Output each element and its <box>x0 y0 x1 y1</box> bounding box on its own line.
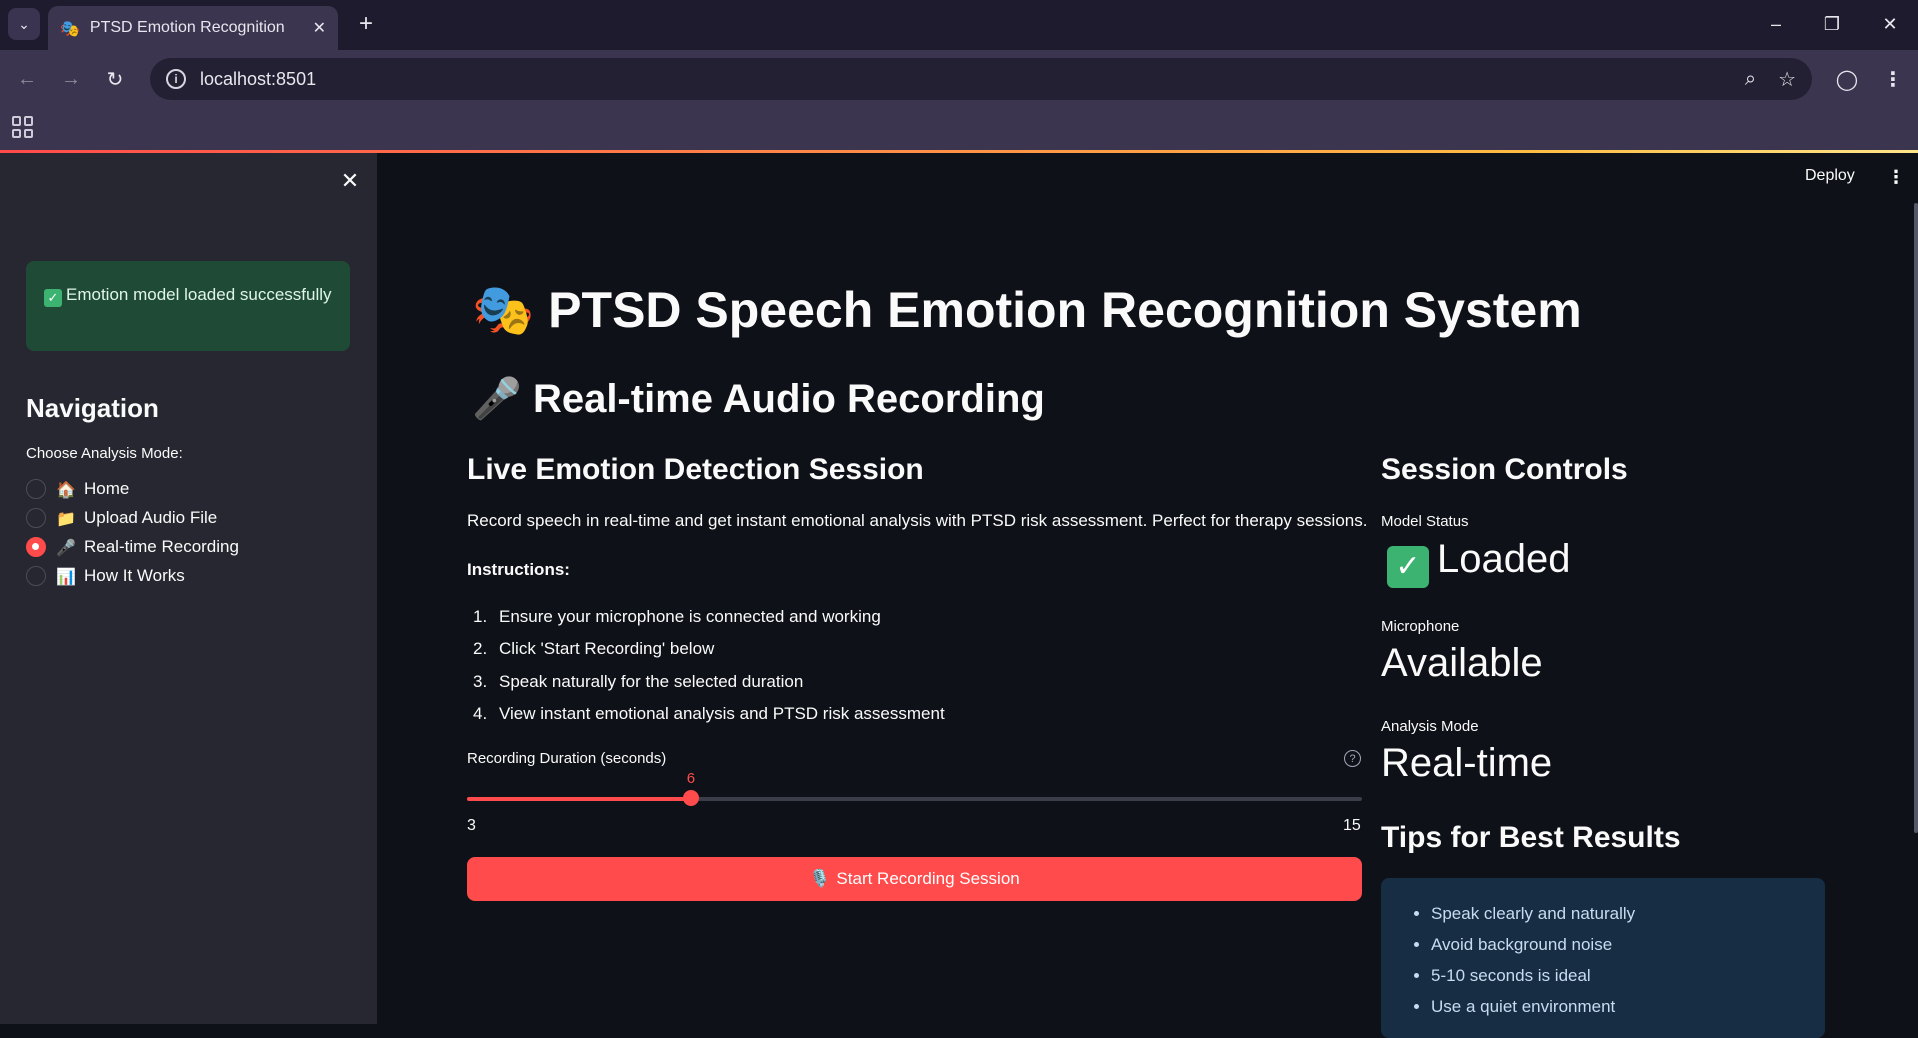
instruction-item: 1. Ensure your microphone is connected an… <box>473 607 881 626</box>
site-info-icon[interactable]: i <box>166 69 186 89</box>
analysis-mode-value: Real-time <box>1381 741 1553 785</box>
slider-label: Recording Duration (seconds) <box>467 750 667 767</box>
slider-fill <box>467 797 691 801</box>
model-status-value: ✓ Loaded <box>1381 537 1570 588</box>
browser-toolbar: ← → ↻ i localhost:8501 ⌕ ☆ ◯ ⋮ <box>0 50 1918 108</box>
start-recording-label: Start Recording Session <box>836 869 1020 888</box>
start-recording-button[interactable]: 🎙️ Start Recording Session <box>467 857 1362 901</box>
microphone-value: Available <box>1381 641 1543 685</box>
slider-max: 15 <box>1343 817 1361 834</box>
reload-icon[interactable]: ↻ <box>100 64 130 94</box>
instruction-item: 4. View instant emotional analysis and PT… <box>473 704 945 723</box>
back-icon[interactable]: ← <box>12 64 42 94</box>
alert-text: Emotion model loaded successfully <box>66 285 332 304</box>
radio-option-how-it-works[interactable]: 📊 How It Works <box>26 563 185 589</box>
radio-button[interactable] <box>26 566 46 586</box>
tip-item: Use a quiet environment <box>1431 991 1825 1022</box>
nav-heading: Navigation <box>26 393 159 423</box>
chart-icon: 📊 <box>56 566 76 586</box>
close-window-icon[interactable]: ✕ <box>1870 8 1910 40</box>
radio-label: Upload Audio File <box>84 508 218 527</box>
bookmark-star-icon[interactable]: ☆ <box>1778 67 1796 92</box>
model-status-label: Model Status <box>1381 513 1469 530</box>
close-sidebar-icon[interactable]: ✕ <box>336 167 364 195</box>
success-alert: ✓ Emotion model loaded successfully <box>26 261 350 351</box>
tips-heading: Tips for Best Results <box>1381 821 1681 854</box>
tip-item: Avoid background noise <box>1431 929 1825 960</box>
slider-thumb[interactable] <box>682 790 699 806</box>
browser-window: ⌄ 🎭 PTSD Emotion Recognition ✕ + – ❐ ✕ ←… <box>0 0 1918 1038</box>
session-heading: Live Emotion Detection Session <box>467 453 924 486</box>
microphone-icon: 🎤 <box>56 537 76 557</box>
chevron-down-icon: ⌄ <box>18 15 30 32</box>
studio-microphone-icon: 🎙️ <box>809 869 831 889</box>
browser-tab[interactable]: 🎭 PTSD Emotion Recognition ✕ <box>48 6 338 50</box>
instruction-item: 2. Click 'Start Recording' below <box>473 639 715 658</box>
radio-option-home[interactable]: 🏠 Home <box>26 476 129 502</box>
analysis-mode-label: Choose Analysis Mode: <box>26 445 183 462</box>
sidebar: ✕ ✓ Emotion model loaded successfully Nav… <box>0 153 377 1024</box>
main-content: Deploy ⋮ 🎭 PTSD Speech Emotion Recogniti… <box>377 153 1918 1038</box>
radio-label: Real-time Recording <box>84 537 239 556</box>
deploy-button[interactable]: Deploy <box>1805 167 1855 185</box>
radio-button-selected[interactable] <box>26 537 46 557</box>
analysis-mode-metric-label: Analysis Mode <box>1381 718 1479 735</box>
radio-label: Home <box>84 479 130 498</box>
page-title: 🎭 PTSD Speech Emotion Recognition System <box>472 281 1582 339</box>
app-menu-icon[interactable]: ⋮ <box>1887 167 1905 188</box>
check-icon: ✓ <box>44 289 62 307</box>
radio-label: How It Works <box>84 566 185 585</box>
restore-icon[interactable]: ❐ <box>1812 8 1852 40</box>
profile-icon[interactable]: ◯ <box>1832 64 1862 94</box>
apps-grid-icon[interactable] <box>12 116 34 138</box>
session-controls-heading: Session Controls <box>1381 453 1628 486</box>
browser-menu-icon[interactable]: ⋮ <box>1878 64 1908 94</box>
radio-option-realtime[interactable]: 🎤 Real-time Recording <box>26 534 239 560</box>
tip-item: Speak clearly and naturally <box>1431 898 1825 929</box>
tab-search-button[interactable]: ⌄ <box>8 8 40 40</box>
folder-icon: 📁 <box>56 508 76 528</box>
favicon-icon: 🎭 <box>60 18 80 38</box>
check-icon: ✓ <box>1387 546 1429 588</box>
tips-info-box: Speak clearly and naturally Avoid backgr… <box>1381 878 1825 1038</box>
tab-title: PTSD Emotion Recognition <box>89 19 285 36</box>
microphone-icon: 🎤 <box>472 376 522 422</box>
description-text: Record speech in real-time and get insta… <box>467 511 1368 530</box>
radio-button[interactable] <box>26 508 46 528</box>
microphone-label: Microphone <box>1381 618 1460 635</box>
theater-masks-icon: 🎭 <box>472 281 535 339</box>
minimize-icon[interactable]: – <box>1756 8 1796 40</box>
section-title: 🎤 Real-time Audio Recording <box>472 376 1045 422</box>
house-icon: 🏠 <box>56 479 76 499</box>
address-bar[interactable]: i localhost:8501 ⌕ ☆ <box>150 58 1812 100</box>
instructions-heading: Instructions: <box>467 560 570 579</box>
instruction-item: 3. Speak naturally for the selected durat… <box>473 672 804 691</box>
forward-icon[interactable]: → <box>56 64 86 94</box>
new-tab-button[interactable]: + <box>352 10 380 38</box>
bookmarks-bar <box>0 108 1918 150</box>
close-tab-icon[interactable]: ✕ <box>313 18 326 38</box>
duration-slider[interactable] <box>467 797 1362 801</box>
help-icon[interactable]: ? <box>1344 750 1361 767</box>
radio-button[interactable] <box>26 479 46 499</box>
zoom-icon[interactable]: ⌕ <box>1745 68 1756 91</box>
url-text[interactable]: localhost:8501 <box>200 69 1723 90</box>
slider-min: 3 <box>467 817 476 834</box>
tab-strip: ⌄ 🎭 PTSD Emotion Recognition ✕ + – ❐ ✕ <box>0 0 1918 50</box>
tip-item: 5-10 seconds is ideal <box>1431 960 1825 991</box>
scrollbar[interactable] <box>1914 203 1918 833</box>
radio-option-upload[interactable]: 📁 Upload Audio File <box>26 505 217 531</box>
slider-value: 6 <box>686 770 696 787</box>
